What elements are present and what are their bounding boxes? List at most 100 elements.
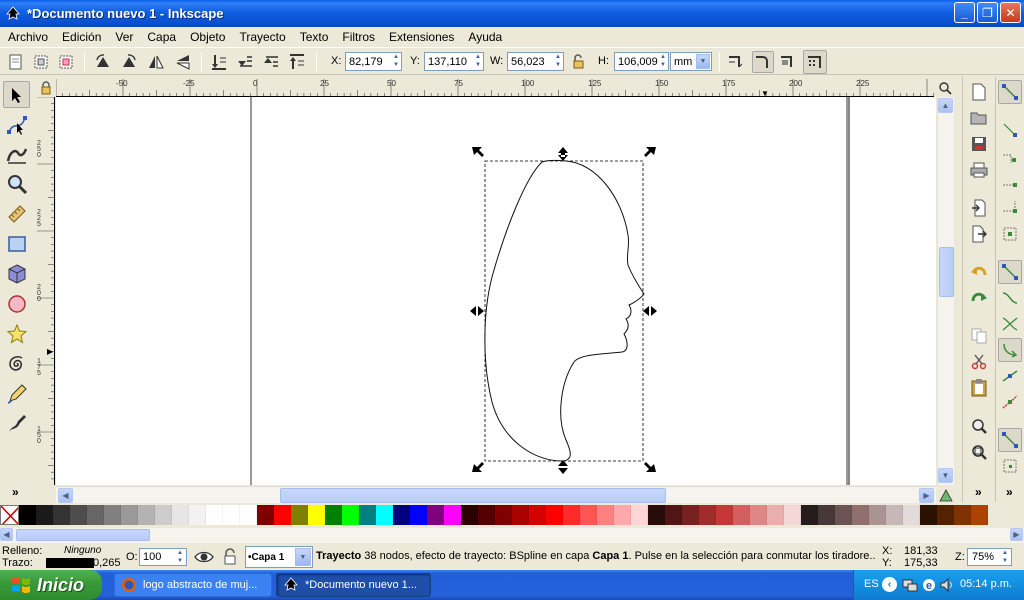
redo-button[interactable] — [967, 286, 991, 310]
color-swatch[interactable] — [138, 505, 155, 525]
color-swatch[interactable] — [104, 505, 121, 525]
taskbar-item-inkscape[interactable]: *Documento nuevo 1... — [276, 573, 431, 597]
scale-gradient-button[interactable] — [778, 52, 798, 72]
snap-bbox-button[interactable] — [998, 118, 1022, 142]
color-swatch[interactable] — [869, 505, 886, 525]
menu-ayuda[interactable]: Ayuda — [460, 30, 508, 44]
palette-scroll-thumb[interactable] — [16, 529, 150, 541]
color-swatch[interactable] — [546, 505, 563, 525]
color-swatch[interactable] — [784, 505, 801, 525]
menu-capa[interactable]: Capa — [139, 30, 182, 44]
deselect-button[interactable] — [56, 52, 76, 72]
fill-value[interactable]: Ninguno — [64, 545, 101, 556]
lock-proportions-button[interactable] — [568, 52, 588, 72]
network-icon[interactable] — [902, 577, 918, 593]
rectangle-tool[interactable] — [3, 230, 30, 257]
scroll-down-icon[interactable]: ▼ — [938, 468, 953, 483]
color-swatch[interactable] — [495, 505, 512, 525]
scroll-left-icon[interactable]: ◀ — [58, 488, 73, 503]
scale-pattern-button[interactable] — [803, 50, 827, 74]
select-all-button[interactable] — [6, 52, 26, 72]
drawing-canvas[interactable] — [56, 97, 936, 485]
color-swatch[interactable] — [87, 505, 104, 525]
color-swatch[interactable] — [70, 505, 87, 525]
h-stepper[interactable]: ▲ ▼ — [658, 53, 668, 70]
color-swatch[interactable] — [274, 505, 291, 525]
export-button[interactable] — [967, 222, 991, 246]
color-swatch[interactable] — [529, 505, 546, 525]
star-tool[interactable] — [3, 320, 30, 347]
x-stepper[interactable]: ▲ ▼ — [391, 53, 401, 70]
more-commands-icon[interactable]: » — [975, 485, 982, 499]
color-swatch[interactable] — [580, 505, 597, 525]
color-swatch[interactable] — [614, 505, 631, 525]
close-button[interactable]: ✕ — [1000, 2, 1021, 23]
rotate-ccw-button[interactable] — [93, 52, 113, 72]
save-button[interactable] — [967, 132, 991, 156]
calligraphy-tool[interactable] — [3, 410, 30, 437]
spiral-tool[interactable] — [3, 350, 30, 377]
color-swatch[interactable] — [189, 505, 206, 525]
color-swatch[interactable] — [733, 505, 750, 525]
language-indicator[interactable]: ES — [864, 578, 879, 590]
lower-to-bottom-button[interactable] — [209, 52, 229, 72]
guides-lock-button[interactable] — [37, 79, 55, 97]
flip-vertical-button[interactable] — [173, 52, 193, 72]
color-swatch[interactable] — [665, 505, 682, 525]
snap-object-center-button[interactable] — [998, 454, 1022, 478]
zoom-corner-button[interactable] — [936, 79, 954, 97]
zoom-selection-button[interactable] — [967, 414, 991, 438]
snap-bbox-corners-button[interactable] — [998, 170, 1022, 194]
rotate-cw-button[interactable] — [119, 52, 139, 72]
taskbar-item-firefox[interactable]: logo abstracto de muj... — [114, 573, 272, 597]
import-button[interactable] — [967, 196, 991, 220]
scale-corners-button[interactable] — [752, 51, 774, 73]
toggle-lock-button[interactable] — [222, 548, 238, 566]
menu-trayecto[interactable]: Trayecto — [231, 30, 291, 44]
snap-midpoints-button[interactable] — [998, 390, 1022, 414]
copy-button[interactable] — [967, 324, 991, 348]
measure-tool[interactable] — [3, 200, 30, 227]
color-swatch[interactable] — [512, 505, 529, 525]
color-swatch[interactable] — [971, 505, 988, 525]
color-swatch[interactable] — [852, 505, 869, 525]
color-swatch[interactable] — [801, 505, 818, 525]
snap-bbox-centers-button[interactable] — [998, 222, 1022, 246]
scale-stroke-button[interactable] — [726, 52, 746, 72]
snap-cusp-nodes-button[interactable] — [998, 338, 1022, 362]
maximize-button[interactable]: ❐ — [977, 2, 998, 23]
color-swatch[interactable] — [427, 505, 444, 525]
tray-expand-icon[interactable]: ‹ — [882, 577, 897, 592]
color-swatch[interactable] — [240, 505, 257, 525]
color-swatch[interactable] — [291, 505, 308, 525]
color-swatch[interactable] — [342, 505, 359, 525]
select-all-layers-button[interactable] — [31, 52, 51, 72]
snap-nodes-button[interactable] — [998, 260, 1022, 284]
ellipse-tool[interactable] — [3, 290, 30, 317]
menu-texto[interactable]: Texto — [292, 30, 335, 44]
menu-extensiones[interactable]: Extensiones — [381, 30, 460, 44]
selector-tool[interactable] — [3, 81, 30, 108]
y-stepper[interactable]: ▲ ▼ — [473, 53, 483, 70]
color-swatch[interactable] — [121, 505, 138, 525]
color-swatch[interactable] — [223, 505, 240, 525]
color-swatch[interactable] — [903, 505, 920, 525]
more-snap-icon[interactable]: » — [1006, 485, 1013, 499]
color-swatch[interactable] — [563, 505, 580, 525]
palette-scrollbar[interactable]: ◀ ▶ — [0, 528, 1024, 543]
color-swatch[interactable] — [155, 505, 172, 525]
snap-bbox-edges-button[interactable] — [998, 144, 1022, 168]
color-swatch[interactable] — [716, 505, 733, 525]
color-swatch[interactable] — [308, 505, 325, 525]
horizontal-scroll-thumb[interactable] — [280, 488, 666, 503]
zoom-drawing-button[interactable] — [967, 440, 991, 464]
color-swatch[interactable] — [920, 505, 937, 525]
internet-explorer-icon[interactable]: e — [921, 577, 937, 593]
menu-objeto[interactable]: Objeto — [182, 30, 231, 44]
color-swatch[interactable] — [376, 505, 393, 525]
palette-scroll-left-icon[interactable]: ◀ — [0, 528, 13, 541]
menu-edicion[interactable]: Edición — [54, 30, 107, 44]
layer-select[interactable]: •Capa 1 ▼ — [245, 546, 313, 568]
snap-others-button[interactable] — [998, 428, 1022, 452]
color-swatch[interactable] — [682, 505, 699, 525]
